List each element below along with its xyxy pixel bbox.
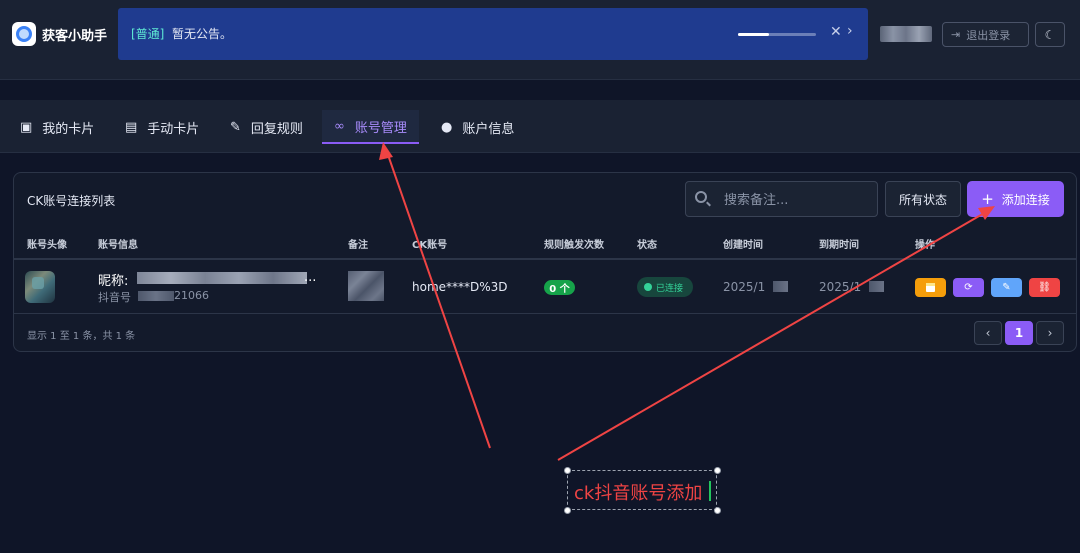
resize-handle [714,507,721,514]
prev-page-button[interactable]: ‹ [974,321,1002,345]
refresh-icon: ⟳ [964,282,973,293]
resize-handle [564,467,571,474]
app-title: 获客小助手 [42,29,108,44]
tab-account-info[interactable]: ● 账户信息 [441,110,514,144]
status-filter-select[interactable]: 所有状态 [885,181,961,217]
announcement-tag: [普通] [131,27,165,41]
logout-label: 退出登录 [966,28,1011,42]
table-row-divider [14,313,1076,314]
search-input[interactable] [724,190,864,210]
col-header-expires: 到期时间 [819,240,859,251]
image-icon: ▤ [125,119,138,135]
edit-button[interactable]: ✎ [991,278,1022,297]
chevron-right-icon[interactable]: › [847,23,853,39]
text-caret [709,481,711,501]
resize-handle [564,507,571,514]
tab-reply-rules[interactable]: ✎ 回复规则 [230,110,303,144]
ck-account-value: home****D%3D [412,280,508,294]
annotation-text: ck抖音账号添加 [574,483,703,504]
tab-label: 账户信息 [462,121,515,137]
col-header-rule-count: 规则触发次数 [544,240,604,251]
announcement-bar: [普通] 暂无公告。 ✕ › [118,8,868,60]
col-header-avatar: 账号头像 [27,240,67,251]
col-header-actions: 操作 [915,240,935,251]
add-connection-button[interactable]: + 添加连接 [967,181,1064,217]
moon-icon: ☾ [1044,27,1056,42]
id-card-icon: ▣ [20,119,33,135]
close-icon[interactable]: ✕ [830,24,842,40]
app-logo [12,22,36,46]
col-header-remark: 备注 [348,240,368,251]
plus-icon: + [981,190,994,208]
status-badge: 已连接 [637,277,693,297]
next-page-button[interactable]: › [1036,321,1064,345]
top-header: 获客小助手 [普通] 暂无公告。 ✕ › ⇥ 退出登录 ☾ [0,0,1080,80]
table-header-divider [14,258,1076,260]
tab-bar: ▣ 我的卡片 ▤ 手动卡片 ✎ 回复规则 ∞ 账号管理 ● 账户信息 [0,100,1080,153]
search-icon [695,191,707,203]
pagination-summary: 显示 1 至 1 条，共 1 条 [27,331,136,342]
theme-toggle-button[interactable]: ☾ [1035,22,1065,47]
tab-label: 账号管理 [354,120,407,136]
created-date-blurred [773,281,788,292]
col-header-status: 状态 [637,240,657,251]
tab-label: 手动卡片 [147,121,200,137]
unlink-button[interactable]: ⛓ [1029,278,1060,297]
nickname: 昵称: [98,270,128,289]
tab-account-management[interactable]: ∞ 账号管理 [322,110,419,144]
status-label: 已连接 [656,283,684,294]
resize-handle [714,467,721,474]
avatar-blur [32,277,44,289]
calendar-button[interactable] [915,278,946,297]
col-header-created: 创建时间 [723,240,763,251]
douyin-id-blurred [138,291,174,301]
col-header-account-info: 账号信息 [98,240,138,251]
rule-count-badge: 0 个 [544,280,575,295]
tab-my-cards[interactable]: ▣ 我的卡片 [20,110,94,144]
check-circle-icon [644,283,652,291]
page-1-button[interactable]: 1 [1005,321,1033,345]
logo-mark-icon [16,26,32,42]
username-blurred [880,26,932,42]
edit-icon: ✎ [230,119,241,135]
nickname-tail: ... [304,270,317,285]
col-header-ck-account: CK账号 [412,240,448,251]
created-date: 2025/1 [723,280,766,294]
card-title: CK账号连接列表 [27,194,116,208]
logout-icon: ⇥ [951,28,961,41]
expires-date: 2025/1 [819,280,862,294]
nickname-prefix: 昵称: [98,274,129,289]
link-icon: ∞ [334,118,345,134]
douyin-prefix: 抖音号 [98,291,131,304]
announcement-progress [738,33,816,36]
remark-blurred [348,271,384,301]
refresh-button[interactable]: ⟳ [953,278,984,297]
unlink-icon: ⛓ [1038,282,1051,293]
tab-manual-cards[interactable]: ▤ 手动卡片 [125,110,199,144]
announcement-text: 暂无公告。 [172,27,233,41]
user-icon: ● [441,119,453,135]
douyin-suffix: 21066 [174,289,209,302]
edit-icon: ✎ [1002,282,1011,293]
announcement-progress-fill [738,33,770,36]
calendar-icon [926,283,935,292]
search-box [685,181,878,217]
tab-label: 我的卡片 [42,121,95,137]
expires-date-blurred [869,281,884,292]
douyin-id: 抖音号 [98,289,131,305]
ck-account-card: CK账号连接列表 所有状态 + 添加连接 账号头像 账号信息 备注 CK账号 规… [13,172,1077,352]
nickname-blurred [137,272,307,284]
add-connection-label: 添加连接 [1001,192,1050,207]
tab-label: 回复规则 [250,121,303,137]
logout-button[interactable]: ⇥ 退出登录 [942,22,1029,47]
